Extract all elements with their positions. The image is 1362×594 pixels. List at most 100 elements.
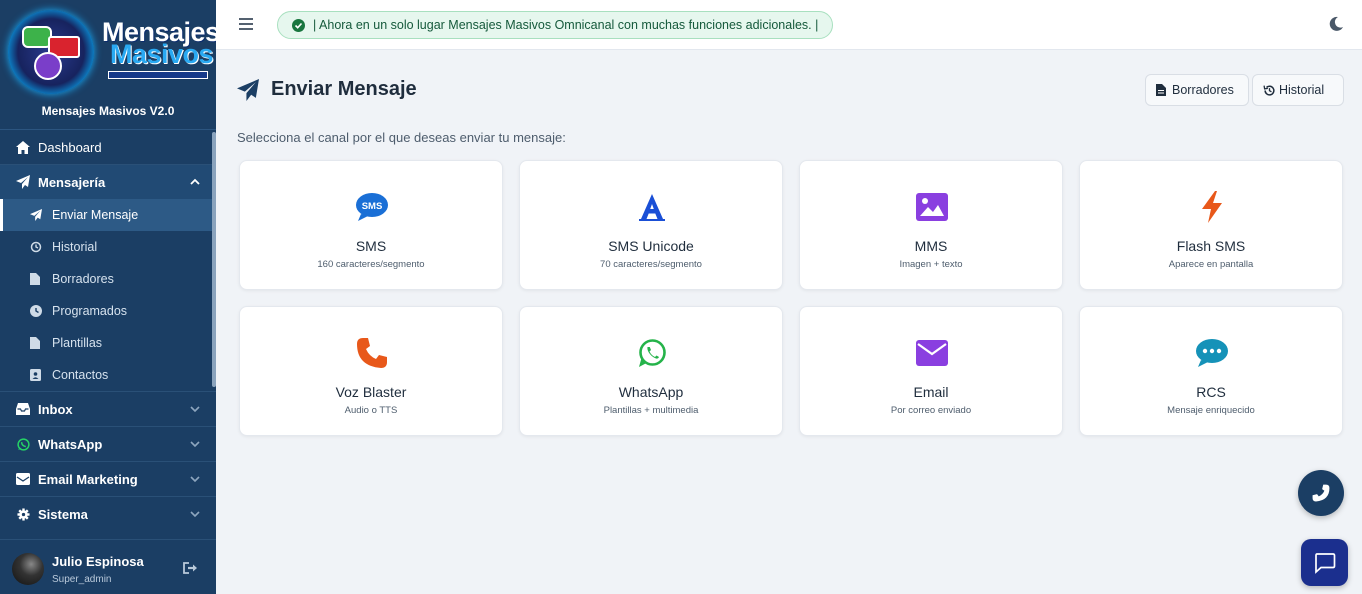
- page-title-text: Enviar Mensaje: [271, 78, 417, 100]
- channel-card-email[interactable]: Email Por correo enviado: [799, 306, 1063, 436]
- sms-bubble-icon: SMS: [354, 189, 390, 225]
- brand-header: Mensajes Masivos Mensajes Masivos V2.0: [0, 0, 220, 130]
- user-name: Julio Espinosa: [52, 554, 144, 569]
- sidebar-item-label: WhatsApp: [38, 436, 103, 452]
- channel-name: Flash SMS: [1176, 238, 1246, 254]
- channel-card-rcs[interactable]: RCS Mensaje enriquecido: [1079, 306, 1343, 436]
- channel-name: RCS: [1196, 384, 1226, 400]
- file-icon: [1156, 83, 1167, 97]
- sidebar-item-label: Dashboard: [38, 139, 102, 155]
- sidebar-subitem-borradores[interactable]: Borradores: [0, 263, 216, 295]
- channel-description: Aparece en pantalla: [1168, 259, 1254, 270]
- announcement-banner: | Ahora en un solo lugar Mensajes Masivo…: [277, 11, 834, 39]
- sidebar-subitem-label: Historial: [52, 240, 98, 254]
- sidebar-subitem-label: Borradores: [52, 272, 114, 286]
- whatsapp-icon: [16, 437, 30, 451]
- channel-card-flash-sms[interactable]: Flash SMS Aparece en pantalla: [1079, 160, 1343, 290]
- channel-card-sms-unicode[interactable]: SMS Unicode 70 caracteres/segmento: [519, 160, 783, 290]
- sidebar-item-sistema[interactable]: Sistema: [0, 496, 216, 531]
- chat-fab-button[interactable]: [1301, 539, 1348, 586]
- file-icon: [30, 337, 42, 349]
- sidebar-item-email-marketing[interactable]: Email Marketing: [0, 461, 216, 496]
- channel-description: Plantillas + multimedia: [603, 405, 699, 416]
- sidebar-item-whatsapp[interactable]: WhatsApp: [0, 426, 216, 461]
- channel-name: MMS: [914, 238, 948, 254]
- home-icon: [16, 140, 30, 154]
- channel-description: Mensaje enriquecido: [1167, 405, 1255, 416]
- history-icon: [1263, 84, 1275, 97]
- channel-name: WhatsApp: [618, 384, 684, 400]
- sidebar-item-label: Inbox: [38, 401, 73, 417]
- check-circle-icon: [292, 18, 305, 32]
- sidebar-subitem-programados[interactable]: Programados: [0, 295, 216, 327]
- sidebar-subitem-label: Plantillas: [52, 336, 103, 350]
- dark-mode-toggle-icon[interactable]: [1328, 16, 1344, 32]
- drafts-button-label: Borradores: [1172, 83, 1234, 97]
- chat-dots-icon: [1194, 335, 1230, 371]
- channel-description: Audio o TTS: [344, 405, 398, 416]
- chevron-down-icon: [190, 406, 200, 413]
- channel-card-whatsapp[interactable]: WhatsApp Plantillas + multimedia: [519, 306, 783, 436]
- sidebar-subitem-label: Programados: [52, 304, 128, 318]
- sidebar-item-label: Email Marketing: [38, 471, 138, 487]
- sidebar-menu: Dashboard Mensajería Enviar Mensaje Hist…: [0, 130, 216, 531]
- channel-description: Por correo enviado: [890, 405, 972, 416]
- logo-emblem: [8, 10, 94, 94]
- whatsapp-icon: [634, 335, 670, 371]
- brand-logo[interactable]: Mensajes Masivos: [8, 10, 220, 94]
- page-title: Enviar Mensaje: [237, 78, 417, 101]
- chevron-up-icon: [190, 178, 200, 185]
- phone-icon: [354, 335, 390, 371]
- font-letter-a-icon: [634, 189, 670, 225]
- logo-tagline: [108, 71, 208, 79]
- phone-icon: [34, 52, 62, 80]
- channel-card-mms[interactable]: MMS Imagen + texto: [799, 160, 1063, 290]
- file-icon: [30, 273, 42, 285]
- announcement-text: | Ahora en un solo lugar Mensajes Masivo…: [313, 18, 819, 32]
- avatar[interactable]: [12, 553, 44, 585]
- image-icon: [914, 189, 950, 225]
- channel-card-sms[interactable]: SMS SMS 160 caracteres/segmento: [239, 160, 503, 290]
- sidebar: Mensajes Masivos Mensajes Masivos V2.0 D…: [0, 0, 220, 594]
- drafts-button[interactable]: Borradores: [1145, 74, 1249, 106]
- topbar: | Ahora en un solo lugar Mensajes Masivo…: [216, 0, 1362, 50]
- sidebar-item-label: Sistema: [38, 506, 88, 522]
- phone-icon: [1312, 484, 1330, 502]
- sidebar-subitem-contactos[interactable]: Contactos: [0, 359, 216, 391]
- channel-description: Imagen + texto: [899, 259, 963, 270]
- envelope-icon: [914, 335, 950, 371]
- brand-title: Mensajes Masivos V2.0: [41, 104, 175, 118]
- channel-description: 160 caracteres/segmento: [317, 259, 425, 270]
- channel-description: 70 caracteres/segmento: [600, 259, 702, 270]
- user-role: Super_admin: [52, 574, 112, 585]
- chat-icon: [1314, 552, 1335, 574]
- sidebar-subitem-plantillas[interactable]: Plantillas: [0, 327, 216, 359]
- sidebar-subitem-label: Enviar Mensaje: [52, 208, 139, 222]
- paper-plane-icon: [30, 209, 42, 221]
- mail-bulk-icon: [16, 472, 30, 486]
- hamburger-menu-icon[interactable]: [238, 16, 254, 32]
- history-button[interactable]: Historial: [1252, 74, 1344, 106]
- channel-name: Email: [913, 384, 949, 400]
- sidebar-item-dashboard[interactable]: Dashboard: [0, 130, 216, 164]
- sidebar-subitem-historial[interactable]: Historial: [0, 231, 216, 263]
- sidebar-scrollbar[interactable]: [212, 132, 216, 387]
- call-fab-button[interactable]: [1298, 470, 1344, 516]
- sidebar-item-inbox[interactable]: Inbox: [0, 391, 216, 426]
- history-button-label: Historial: [1279, 83, 1325, 97]
- paper-plane-icon: [237, 78, 259, 101]
- inbox-icon: [16, 402, 30, 416]
- sidebar-item-mensajeria[interactable]: Mensajería: [0, 164, 216, 199]
- address-book-icon: [30, 369, 42, 381]
- channel-name: SMS Unicode: [608, 238, 694, 254]
- channel-card-voz-blaster[interactable]: Voz Blaster Audio o TTS: [239, 306, 503, 436]
- channel-name: SMS: [355, 238, 387, 254]
- logout-icon[interactable]: [183, 561, 199, 575]
- channel-name: Voz Blaster: [335, 384, 407, 400]
- chevron-down-icon: [190, 441, 200, 448]
- gear-icon: [16, 507, 30, 521]
- history-icon: [30, 241, 42, 253]
- sidebar-subitem-enviar-mensaje[interactable]: Enviar Mensaje: [0, 199, 216, 231]
- paper-plane-icon: [16, 175, 30, 189]
- sidebar-item-label: Mensajería: [38, 174, 106, 190]
